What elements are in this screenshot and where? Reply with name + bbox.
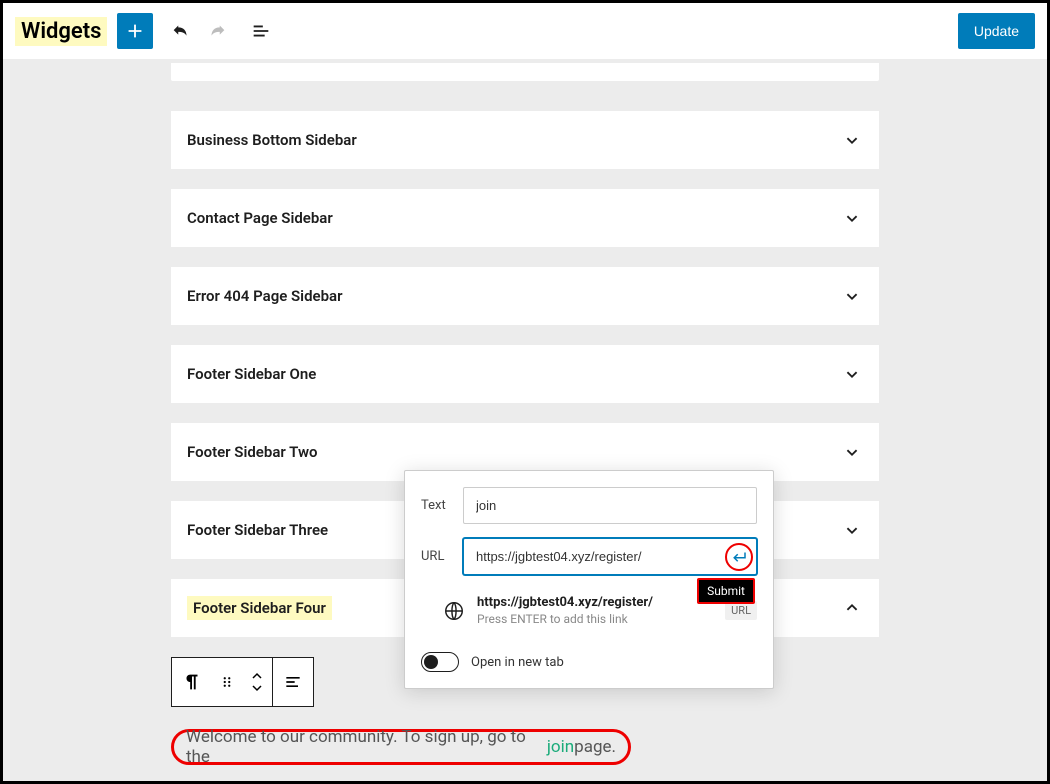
open-new-tab-toggle[interactable] [421, 652, 459, 672]
enter-icon [730, 548, 748, 566]
add-block-button[interactable] [117, 13, 153, 49]
block-type-button[interactable] [172, 658, 212, 706]
suggestion-hint: Press ENTER to add this link [477, 612, 713, 626]
chevron-down-icon [251, 684, 263, 692]
chevron-down-icon [841, 207, 863, 229]
paragraph-block[interactable]: Welcome to our community. To sign up, go… [171, 729, 631, 765]
align-left-icon [283, 672, 303, 692]
drag-icon [218, 673, 236, 691]
widget-area-business-bottom[interactable]: Business Bottom Sidebar [171, 111, 879, 169]
paragraph-link[interactable]: join [547, 737, 574, 757]
chevron-up-icon [841, 597, 863, 619]
suggestion-title: https://jgbtest04.xyz/register/ [477, 595, 713, 610]
link-text-label: Text [421, 498, 463, 513]
move-controls[interactable] [242, 658, 272, 706]
undo-button[interactable] [163, 13, 199, 49]
area-label: Error 404 Page Sidebar [187, 287, 841, 305]
globe-icon [443, 600, 465, 622]
list-view-icon [250, 20, 272, 42]
plus-icon [124, 20, 146, 42]
align-button[interactable] [273, 658, 313, 706]
chevron-up-icon [251, 672, 263, 680]
area-label: Footer Sidebar Four [187, 596, 332, 620]
chevron-down-icon [841, 441, 863, 463]
area-label: Footer Sidebar Two [187, 443, 841, 461]
widget-area-footer-one[interactable]: Footer Sidebar One [171, 345, 879, 403]
link-text-input[interactable] [463, 487, 757, 524]
list-view-button[interactable] [243, 13, 279, 49]
submit-link-button[interactable] [725, 543, 753, 571]
page-title: Widgets [15, 17, 107, 46]
paragraph-text-after: page. [574, 737, 616, 757]
block-toolbar [171, 657, 314, 707]
redo-button [199, 13, 235, 49]
area-label: Contact Page Sidebar [187, 209, 841, 227]
paragraph-icon [181, 671, 203, 693]
chevron-down-icon [841, 129, 863, 151]
update-button[interactable]: Update [958, 13, 1035, 49]
chevron-down-icon [841, 363, 863, 385]
area-label: Business Bottom Sidebar [187, 131, 841, 149]
chevron-down-icon [841, 519, 863, 541]
chevron-down-icon [841, 285, 863, 307]
widget-area-error-404[interactable]: Error 404 Page Sidebar [171, 267, 879, 325]
link-popover: Text URL Submit https://jgbtest04.xyz/re… [404, 470, 774, 689]
open-new-tab-label: Open in new tab [471, 655, 564, 670]
widget-area-partial [171, 63, 879, 81]
redo-icon [206, 20, 228, 42]
paragraph-text-before: Welcome to our community. To sign up, go… [186, 727, 547, 767]
area-label: Footer Sidebar One [187, 365, 841, 383]
widget-area-contact-page[interactable]: Contact Page Sidebar [171, 189, 879, 247]
drag-handle[interactable] [212, 658, 242, 706]
submit-tooltip: Submit [697, 578, 755, 604]
link-url-label: URL [421, 549, 463, 564]
undo-icon [170, 20, 192, 42]
link-url-input[interactable] [463, 538, 757, 575]
top-toolbar: Widgets Update [3, 3, 1047, 59]
